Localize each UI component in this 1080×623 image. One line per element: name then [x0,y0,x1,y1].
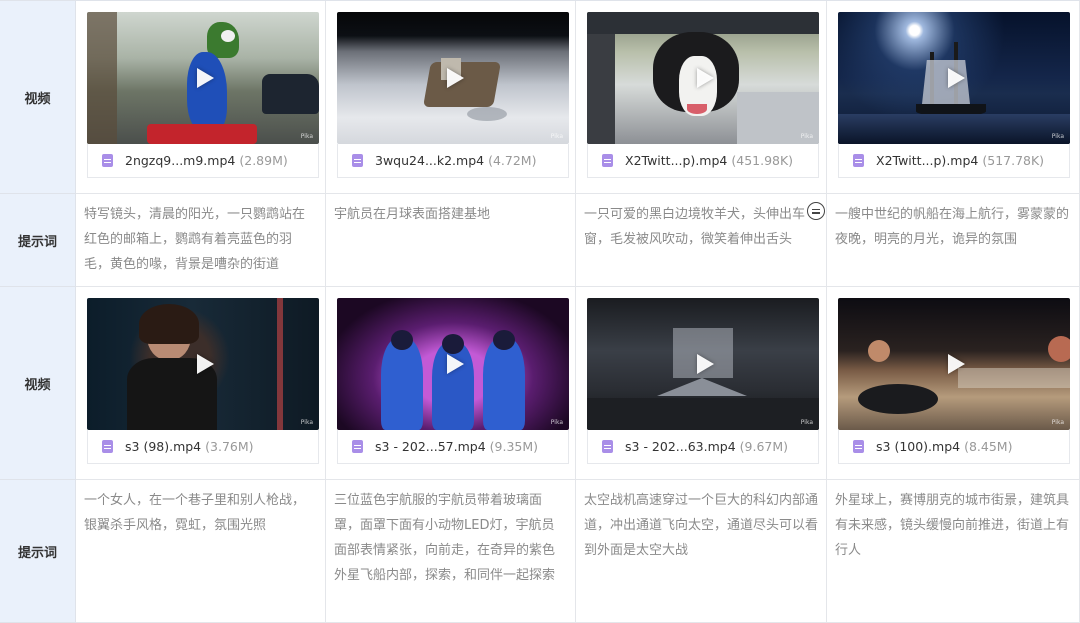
video-file-bar[interactable]: s3 - 202...63.mp4 (9.67M) [587,430,819,464]
video-thumbnail-sailing-ship[interactable]: Pika [838,12,1070,144]
video-thumbnail-dog[interactable]: Pika [587,12,819,144]
prompt-text: 外星球上，赛博朋克的城市街景，建筑具有未来感，镜头缓慢向前推进，街道上有行人 [827,480,1080,623]
prompt-text: 三位蓝色宇航服的宇航员带着玻璃面罩，面罩下面有小动物LED灯，宇航员面部表情紧张… [326,480,576,623]
video-file-icon [602,154,613,167]
video-file-bar[interactable]: X2Twitt...p).mp4 (517.78K) [838,144,1070,178]
row-header-video: 视频 [0,1,76,194]
video-file-icon [102,154,113,167]
play-icon[interactable] [447,68,464,88]
prompt-text: 特写镜头，清晨的阳光，一只鹦鹉站在红色的邮箱上，鹦鹉有着亮蓝色的羽毛，黄色的喙，… [76,194,326,287]
video-card: Pika 2ngzq9...m9.mp4 (2.89M) [76,1,326,194]
video-file-icon [853,440,864,453]
file-size: (517.78K) [982,153,1045,168]
file-name: s3 (100).mp4 [876,439,961,454]
video-file-bar[interactable]: s3 (98).mp4 (3.76M) [87,430,319,464]
video-file-bar[interactable]: 3wqu24...k2.mp4 (4.72M) [337,144,569,178]
video-card: Pika s3 (98).mp4 (3.76M) [76,287,326,480]
file-name: X2Twitt...p).mp4 [876,153,979,168]
video-thumbnail-space-tunnel[interactable]: Pika [587,298,819,430]
more-menu-icon[interactable] [807,202,825,220]
video-file-bar[interactable]: s3 (100).mp4 (8.45M) [838,430,1070,464]
file-size: (8.45M) [964,439,1013,454]
play-icon[interactable] [447,354,464,374]
file-name: s3 - 202...57.mp4 [375,439,486,454]
video-file-icon [352,440,363,453]
video-thumbnail-parrot[interactable]: Pika [87,12,319,144]
prompt-text: 太空战机高速穿过一个巨大的科幻内部通道，冲出通道飞向太空，通道尽头可以看到外面是… [576,480,827,623]
video-prompt-table: 视频 Pika 2ngzq9...m9.mp4 (2.89M) Pika 3wq… [0,0,1080,623]
video-file-icon [102,440,113,453]
file-size: (4.72M) [488,153,537,168]
video-card: Pika s3 (100).mp4 (8.45M) [827,287,1080,480]
prompt-cell-with-menu: 一只可爱的黑白边境牧羊犬，头伸出车窗，毛发被风吹动，微笑着伸出舌头 [576,194,827,287]
video-card: Pika 3wqu24...k2.mp4 (4.72M) [326,1,576,194]
file-name: s3 (98).mp4 [125,439,202,454]
file-size: (9.67M) [739,439,789,454]
file-name: X2Twitt...p).mp4 [625,153,728,168]
video-thumbnail-moon-base[interactable]: Pika [337,12,569,144]
play-icon[interactable] [197,354,214,374]
file-size: (2.89M) [239,153,288,168]
video-file-bar[interactable]: 2ngzq9...m9.mp4 (2.89M) [87,144,319,178]
play-icon[interactable] [697,354,714,374]
file-size: (3.76M) [205,439,254,454]
play-icon[interactable] [197,68,214,88]
video-card: Pika s3 - 202...63.mp4 (9.67M) [576,287,827,480]
video-file-bar[interactable]: s3 - 202...57.mp4 (9.35M) [337,430,569,464]
prompt-text: 一艘中世纪的帆船在海上航行，雾蒙蒙的夜晚，明亮的月光，诡异的氛围 [827,194,1080,287]
video-thumbnail-alien-city[interactable]: Pika [838,298,1070,430]
row-header-prompt: 提示词 [0,194,76,287]
file-size: (451.98K) [731,153,794,168]
video-file-bar[interactable]: X2Twitt...p).mp4 (451.98K) [587,144,819,178]
video-file-icon [352,154,363,167]
play-icon[interactable] [948,68,965,88]
prompt-text: 宇航员在月球表面搭建基地 [326,194,576,287]
video-card: Pika s3 - 202...57.mp4 (9.35M) [326,287,576,480]
video-thumbnail-astronauts[interactable]: Pika [337,298,569,430]
row-header-video: 视频 [0,287,76,480]
video-file-icon [853,154,864,167]
file-name: 3wqu24...k2.mp4 [375,153,485,168]
video-thumbnail-woman-gunfight[interactable]: Pika [87,298,319,430]
file-size: (9.35M) [489,439,539,454]
play-icon[interactable] [948,354,965,374]
prompt-text: 一只可爱的黑白边境牧羊犬，头伸出车窗，毛发被风吹动，微笑着伸出舌头 [584,207,806,247]
video-card: Pika X2Twitt...p).mp4 (517.78K) [827,1,1080,194]
play-icon[interactable] [697,68,714,88]
prompt-text: 一个女人，在一个巷子里和别人枪战，银翼杀手风格，霓虹，氛围光照 [76,480,326,623]
file-name: s3 - 202...63.mp4 [625,439,736,454]
row-header-prompt: 提示词 [0,480,76,623]
video-file-icon [602,440,613,453]
video-card: Pika X2Twitt...p).mp4 (451.98K) [576,1,827,194]
file-name: 2ngzq9...m9.mp4 [125,153,236,168]
